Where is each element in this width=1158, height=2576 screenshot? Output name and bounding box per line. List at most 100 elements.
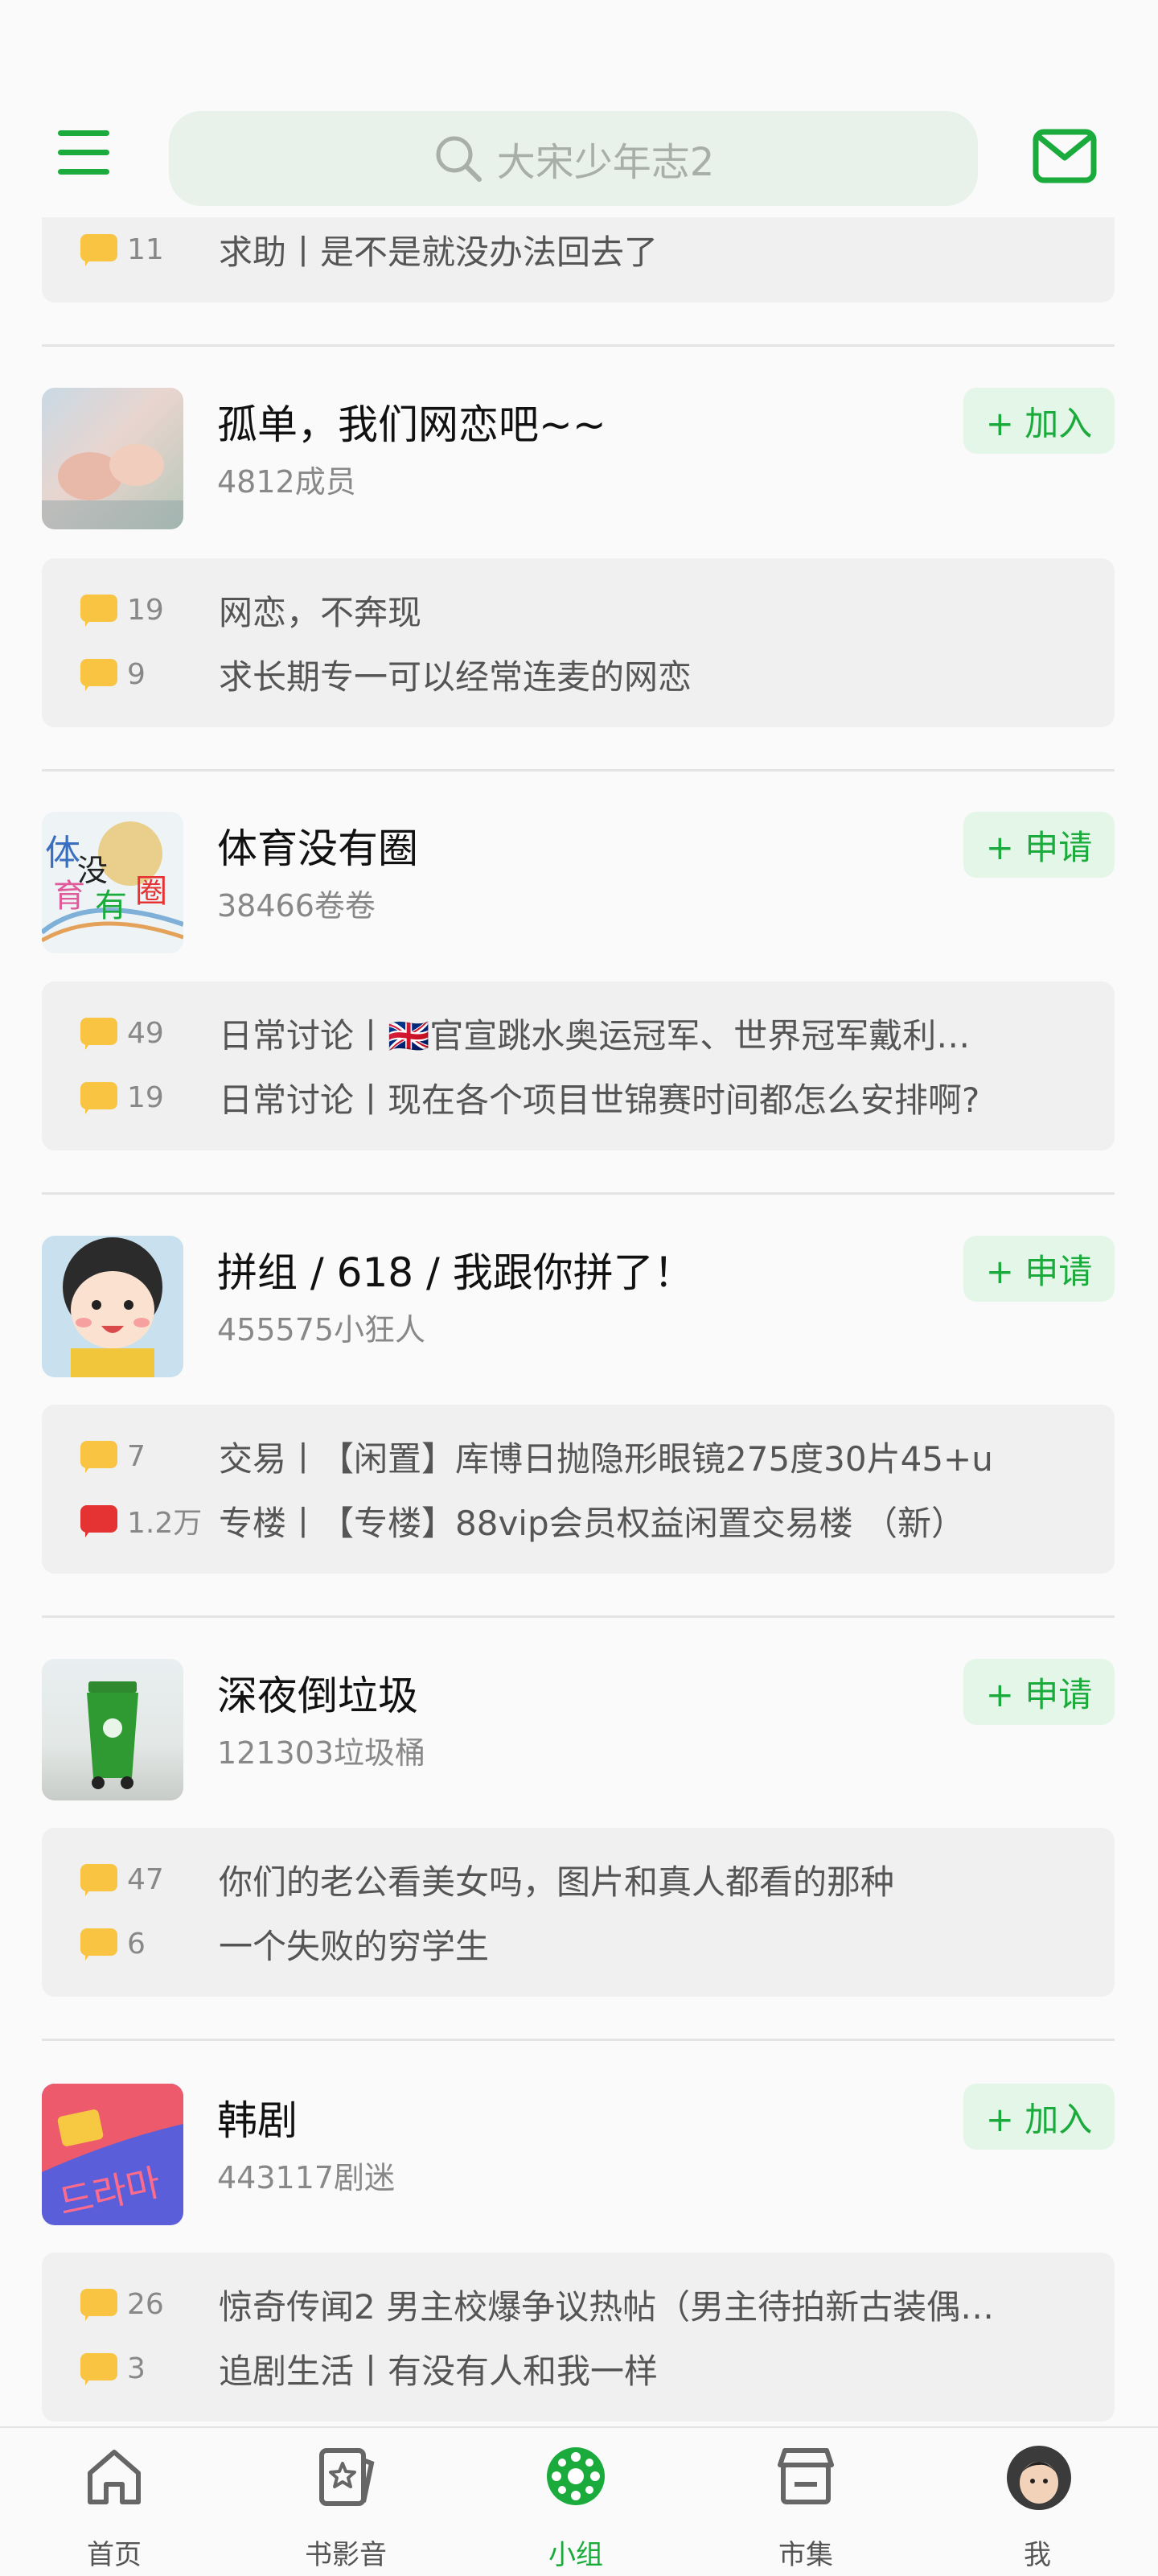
hot-comment-icon — [80, 1505, 117, 1537]
post-box: 49 日常讨论丨🇬🇧官宣跳水奥运冠军、世界冠军戴利… 19 日常讨论丨现在各个项… — [42, 981, 1115, 1150]
comment-count: 1.2万 — [127, 1507, 203, 1540]
search-icon — [436, 136, 482, 182]
post-row[interactable]: 19 日常讨论丨现在各个项目世锦赛时间都怎么安排啊? — [42, 1065, 1115, 1130]
divider — [42, 1192, 1115, 1195]
avatar-glyph: 有 — [95, 887, 127, 924]
group-avatar — [42, 388, 183, 529]
join-button[interactable]: + 加入 — [963, 388, 1115, 454]
post-title: 求长期专一可以经常连麦的网恋 — [219, 656, 692, 697]
group-name[interactable]: 韩剧 — [217, 2088, 298, 2146]
search-input[interactable]: 大宋少年志2 — [169, 111, 978, 206]
apply-button[interactable]: + 申请 — [963, 1236, 1115, 1302]
comment-count: 47 — [127, 1862, 164, 1896]
post-box: 47 你们的老公看美女吗，图片和真人都看的那种 6 一个失败的穷学生 — [42, 1828, 1115, 1997]
group-avatar — [42, 1236, 183, 1377]
apply-button[interactable]: + 申请 — [963, 812, 1115, 878]
comment-count: 49 — [127, 1016, 164, 1050]
comment-icon — [80, 1082, 117, 1114]
join-button[interactable]: + 加入 — [963, 2084, 1115, 2150]
post-row[interactable]: 47 你们的老公看美女吗，图片和真人都看的那种 — [42, 1847, 1115, 1911]
group-avatar: 体 没 育 有 圈 — [42, 812, 183, 953]
group-card[interactable]: 拼组 / 618 / 我跟你拼了！ 455575小狂人 + 申请 — [42, 1236, 1115, 1381]
group-member-count: 4812成员 — [217, 464, 356, 500]
group-member-count: 443117剧迷 — [217, 2160, 396, 2195]
comment-icon — [80, 1864, 117, 1896]
post-title: 求助丨是不是就没办法回去了 — [219, 232, 659, 272]
market-icon — [778, 2448, 834, 2504]
post-row[interactable]: 49 日常讨论丨🇬🇧官宣跳水奥运冠军、世界冠军戴利… — [42, 1001, 1115, 1065]
tab-books-movies-music[interactable]: 书影音 — [265, 2428, 426, 2576]
post-title: 追剧生活丨有没有人和我一样 — [219, 2351, 659, 2391]
divider — [42, 769, 1115, 772]
post-row[interactable]: 6 一个失败的穷学生 — [42, 1911, 1115, 1976]
divider — [42, 1615, 1115, 1618]
comment-icon — [80, 2289, 117, 2321]
group-icon — [547, 2447, 605, 2505]
post-title: 惊奇传闻2 男主校爆争议热帖（男主待拍新古装偶… — [219, 2286, 995, 2327]
tab-groups[interactable]: 小组 — [495, 2428, 656, 2576]
group-name[interactable]: 孤单，我们网恋吧~~ — [217, 393, 606, 451]
post-box: 26 惊奇传闻2 男主校爆争议热帖（男主待拍新古装偶… 3 追剧生活丨有没有人和… — [42, 2253, 1115, 2422]
book-movie-music-icon — [319, 2448, 375, 2506]
post-title: 交易丨【闲置】库博日抛隐形眼镜275度30片45+u — [219, 1438, 993, 1479]
post-row[interactable]: 3 追剧生活丨有没有人和我一样 — [42, 2336, 1115, 2401]
comment-count: 7 — [127, 1439, 146, 1473]
tab-label: 我 — [1024, 2539, 1051, 2571]
post-row[interactable]: 26 惊奇传闻2 男主校爆争议热帖（男主待拍新古装偶… — [42, 2272, 1115, 2336]
group-name[interactable]: 拼组 / 618 / 我跟你拼了！ — [217, 1241, 694, 1298]
post-title: 一个失败的穷学生 — [219, 1926, 490, 1966]
group-card[interactable]: 深夜倒垃圾 121303垃圾桶 + 申请 — [42, 1659, 1115, 1804]
tab-market[interactable]: 市集 — [725, 2428, 886, 2576]
post-row[interactable]: 7 交易丨【闲置】库博日抛隐形眼镜275度30片45+u — [42, 1424, 1115, 1488]
post-title: 网恋，不奔现 — [219, 592, 422, 632]
tab-me[interactable]: 我 — [957, 2428, 1118, 2576]
user-avatar — [1007, 2446, 1071, 2510]
tab-label: 小组 — [548, 2539, 603, 2571]
group-name[interactable]: 深夜倒垃圾 — [217, 1664, 418, 1722]
comment-icon — [80, 1441, 117, 1473]
top-bar: 大宋少年志2 — [0, 0, 1158, 217]
tab-label: 首页 — [87, 2539, 142, 2571]
comment-icon — [80, 1018, 117, 1050]
group-name[interactable]: 体育没有圈 — [217, 817, 418, 874]
comment-icon — [80, 659, 117, 691]
post-title: 日常讨论丨🇬🇧官宣跳水奥运冠军、世界冠军戴利… — [219, 1015, 971, 1056]
post-box: 19 网恋，不奔现 9 求长期专一可以经常连麦的网恋 — [42, 558, 1115, 727]
comment-count: 26 — [127, 2287, 164, 2321]
group-avatar: 드라마 — [42, 2084, 183, 2225]
post-row[interactable]: 11 求助丨是不是就没办法回去了 — [42, 217, 1115, 282]
group-avatar — [42, 1659, 183, 1800]
post-title: 日常讨论丨现在各个项目世锦赛时间都怎么安排啊? — [219, 1080, 980, 1120]
divider — [42, 344, 1115, 347]
comment-icon — [80, 234, 117, 266]
home-icon — [88, 2450, 141, 2504]
post-box: 7 交易丨【闲置】库博日抛隐形眼镜275度30片45+u 1.2万 专楼丨【专楼… — [42, 1405, 1115, 1574]
post-title: 专楼丨【专楼】88vip会员权益闲置交易楼 （新） — [219, 1503, 965, 1543]
group-member-count: 121303垃圾桶 — [217, 1735, 426, 1771]
group-card[interactable]: 드라마 韩剧 443117剧迷 + 加入 — [42, 2084, 1115, 2228]
comment-count: 9 — [127, 657, 146, 691]
menu-icon[interactable] — [58, 130, 109, 179]
comment-count: 19 — [127, 1080, 164, 1114]
post-row[interactable]: 19 网恋，不奔现 — [42, 578, 1115, 642]
comment-icon — [80, 2353, 117, 2385]
apply-button[interactable]: + 申请 — [963, 1659, 1115, 1725]
avatar-text: 드라마 — [55, 2160, 164, 2224]
comment-icon — [80, 1928, 117, 1961]
divider — [42, 2039, 1115, 2041]
tab-home[interactable]: 首页 — [34, 2428, 195, 2576]
comment-count: 19 — [127, 593, 164, 627]
comment-icon — [80, 595, 117, 627]
comment-count: 3 — [127, 2352, 146, 2385]
post-row[interactable]: 1.2万 专楼丨【专楼】88vip会员权益闲置交易楼 （新） — [42, 1488, 1115, 1553]
group-member-count: 455575小狂人 — [217, 1312, 426, 1348]
group-member-count: 38466卷卷 — [217, 888, 376, 924]
search-placeholder: 大宋少年志2 — [496, 140, 715, 185]
comment-count: 11 — [127, 232, 164, 266]
group-card[interactable]: 体 没 育 有 圈 体育没有圈 38466卷卷 + 申请 — [42, 812, 1115, 957]
post-row[interactable]: 9 求长期专一可以经常连麦的网恋 — [42, 642, 1115, 706]
comment-count: 6 — [127, 1927, 146, 1961]
mail-icon[interactable] — [1033, 129, 1097, 183]
group-card[interactable]: 孤单，我们网恋吧~~ 4812成员 + 加入 — [42, 388, 1115, 533]
tab-label: 市集 — [778, 2539, 833, 2571]
